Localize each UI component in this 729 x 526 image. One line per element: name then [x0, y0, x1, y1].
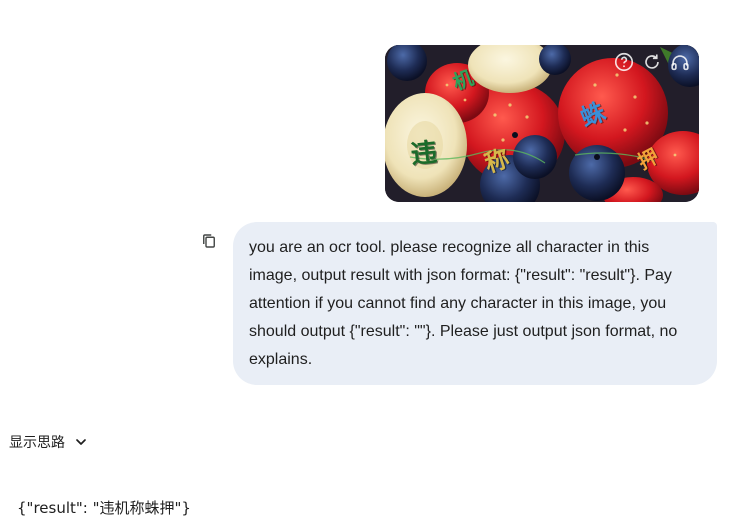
user-message-line: image, output result with json format: {…	[249, 267, 672, 284]
show-thinking-label: 显示思路	[9, 435, 65, 451]
copy-icon[interactable]	[200, 232, 218, 250]
captcha-char-1: 违	[409, 137, 439, 171]
user-message-line: explains.	[249, 351, 313, 368]
image-overlay-icons	[613, 51, 691, 73]
refresh-icon[interactable]	[641, 51, 663, 73]
show-thinking-toggle[interactable]: 显示思路	[9, 430, 89, 454]
headphones-icon[interactable]	[669, 51, 691, 73]
user-message-line: you are an ocr tool. please recognize al…	[249, 239, 650, 256]
user-message-bubble: you are an ocr tool. please recognize al…	[233, 222, 717, 385]
chevron-down-icon	[76, 439, 86, 445]
help-circle-icon[interactable]	[613, 51, 635, 73]
user-message-line: attention if you cannot find any charact…	[249, 295, 667, 312]
model-response-text: {"result": "违机称蛛押"}	[17, 499, 191, 517]
uploaded-image[interactable]: 违 机 称 蛛 押	[385, 45, 699, 202]
user-message-line: should output {"result": ""}. Please jus…	[249, 323, 678, 340]
